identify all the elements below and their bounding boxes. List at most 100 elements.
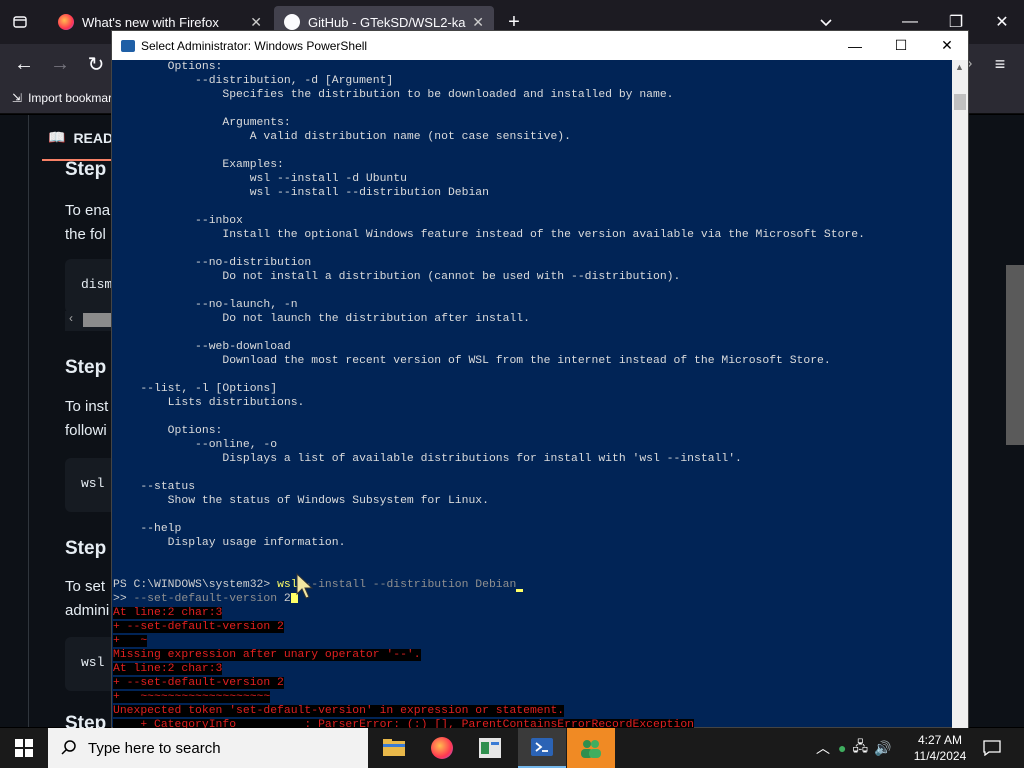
help-line: Install the optional Windows feature ins…: [113, 229, 865, 241]
search-placeholder: Type here to search: [88, 739, 221, 757]
help-line: --web-download: [113, 341, 291, 353]
paragraph: To ena: [65, 202, 111, 219]
scrollbar-thumb[interactable]: [954, 94, 966, 110]
close-tab-icon[interactable]: ✕: [250, 14, 262, 31]
powershell-window: Select Administrator: Windows PowerShell…: [111, 30, 969, 728]
notification-icon: [983, 740, 1001, 756]
help-line: wsl --install --distribution Debian: [113, 187, 489, 199]
help-line: Options:: [113, 61, 223, 73]
console-scrollbar[interactable]: ▲: [952, 60, 968, 728]
help-line: Do not install a distribution (cannot be…: [113, 271, 681, 283]
error-line: + --set-default-version 2: [113, 677, 284, 689]
help-line: Do not launch the distribution after ins…: [113, 313, 530, 325]
search-icon: [61, 740, 76, 755]
volume-icon[interactable]: 🔊: [874, 740, 891, 757]
help-line: Lists distributions.: [113, 397, 305, 409]
help-line: --help: [113, 523, 182, 535]
help-line: Displays a list of available distributio…: [113, 453, 742, 465]
help-line: Show the status of Windows Subsystem for…: [113, 495, 489, 507]
help-line: Download the most recent version of WSL …: [113, 355, 831, 367]
paragraph: To set: [65, 578, 106, 595]
firefox-icon: [58, 14, 74, 30]
reload-icon[interactable]: ↻: [80, 48, 112, 80]
step-heading: Step: [65, 538, 107, 559]
folder-icon: [383, 739, 405, 756]
help-line: --online, -o: [113, 439, 278, 451]
paragraph: followi: [65, 422, 107, 439]
error-line: Unexpected token 'set-default-version' i…: [113, 705, 565, 717]
help-line: --no-distribution: [113, 257, 312, 269]
step-heading: Step: [65, 159, 107, 180]
window-app-icon: [479, 738, 501, 758]
help-line: --list, -l [Options]: [113, 383, 278, 395]
help-line: Examples:: [113, 159, 284, 171]
clock-time: 4:27 AM: [917, 733, 963, 747]
users-taskbar-button[interactable]: [567, 728, 615, 768]
scroll-up-icon[interactable]: ▲: [955, 62, 964, 72]
hamburger-menu-icon[interactable]: ≡: [984, 48, 1016, 80]
error-line: + CategoryInfo : ParserError: (:) [], Pa…: [113, 718, 695, 728]
console-output[interactable]: Options: --distribution, -d [Argument] S…: [112, 60, 952, 728]
error-line: + ~~~~~~~~~~~~~~~~~~~: [113, 691, 271, 703]
error-line: + --set-default-version 2: [113, 621, 284, 633]
help-line: --no-launch, -n: [113, 299, 298, 311]
back-arrow-icon[interactable]: ←: [8, 48, 40, 80]
help-line: Options:: [113, 425, 223, 437]
command-args: --install --distribution Debian: [297, 579, 517, 591]
busy-cursor-icon: [296, 572, 314, 599]
continuation-arg: --set-default-version: [133, 593, 278, 605]
app-taskbar-button[interactable]: [466, 728, 514, 768]
taskbar-search-box[interactable]: Type here to search: [48, 728, 368, 768]
paragraph: the fol: [65, 226, 106, 243]
error-line: At line:2 char:3: [113, 607, 223, 619]
continuation-value: 2: [277, 593, 291, 605]
help-line: --distribution, -d [Argument]: [113, 75, 394, 87]
powershell-title-bar[interactable]: Select Administrator: Windows PowerShell…: [112, 31, 968, 60]
start-button[interactable]: [0, 728, 48, 768]
help-line: A valid distribution name (not case sens…: [113, 131, 571, 143]
desktop: { "browser": { "tabs": [ {"title": "What…: [0, 0, 1024, 768]
powershell-icon: [121, 39, 135, 52]
clock-date: 11/4/2024: [913, 749, 967, 763]
help-line: wsl --install -d Ubuntu: [113, 173, 407, 185]
help-line: --status: [113, 481, 196, 493]
network-icon[interactable]: 🖧: [852, 736, 868, 760]
help-line: Specifies the distribution to be downloa…: [113, 89, 674, 101]
maximize-button[interactable]: ☐: [878, 31, 924, 60]
notification-button[interactable]: [968, 728, 1016, 768]
error-line: + ~: [113, 635, 148, 647]
continuation-line: >> --set-default-version 2: [113, 592, 298, 606]
browser-close-button[interactable]: ✕: [986, 6, 1018, 38]
error-line: At line:2 char:3: [113, 663, 223, 675]
scroll-left-icon[interactable]: ‹: [69, 311, 73, 325]
firefox-taskbar-button[interactable]: [418, 728, 466, 768]
chevron-up-icon[interactable]: ︿: [816, 738, 830, 758]
powershell-taskbar-button[interactable]: [518, 728, 566, 768]
user-tray-icon[interactable]: ●: [838, 740, 846, 756]
tab-title: What's new with Firefox: [82, 14, 219, 30]
firefox-icon: [431, 737, 453, 759]
import-icon: ⇲: [12, 91, 23, 105]
help-line: Arguments:: [113, 117, 291, 129]
step-heading: Step: [65, 357, 107, 378]
help-line: --inbox: [113, 215, 243, 227]
forward-arrow-icon[interactable]: →: [44, 48, 76, 80]
page-scrollbar-thumb[interactable]: [1006, 265, 1024, 445]
help-line: Display usage information.: [113, 537, 346, 549]
text-cursor: [516, 589, 524, 592]
close-button[interactable]: ✕: [924, 31, 970, 60]
powershell-icon: [531, 738, 553, 756]
github-icon: [284, 14, 300, 30]
window-title: Select Administrator: Windows PowerShell: [141, 38, 368, 53]
minimize-button[interactable]: —: [832, 31, 878, 60]
taskbar: Type here to search ︿ ● 🖧 🔊 4:27 AM 11/4…: [0, 728, 1024, 768]
error-line: Missing expression after unary operator …: [113, 649, 421, 661]
file-explorer-button[interactable]: [370, 728, 418, 768]
tab-title: GitHub - GTekSD/WSL2-kali-se: [308, 14, 466, 30]
close-tab-icon[interactable]: ✕: [472, 14, 484, 31]
tab-list-icon[interactable]: [4, 6, 36, 38]
users-icon: [581, 740, 601, 758]
continuation-prompt: >>: [113, 593, 134, 605]
paragraph: admini: [65, 602, 110, 619]
system-clock[interactable]: 4:27 AM 11/4/2024: [908, 732, 972, 764]
